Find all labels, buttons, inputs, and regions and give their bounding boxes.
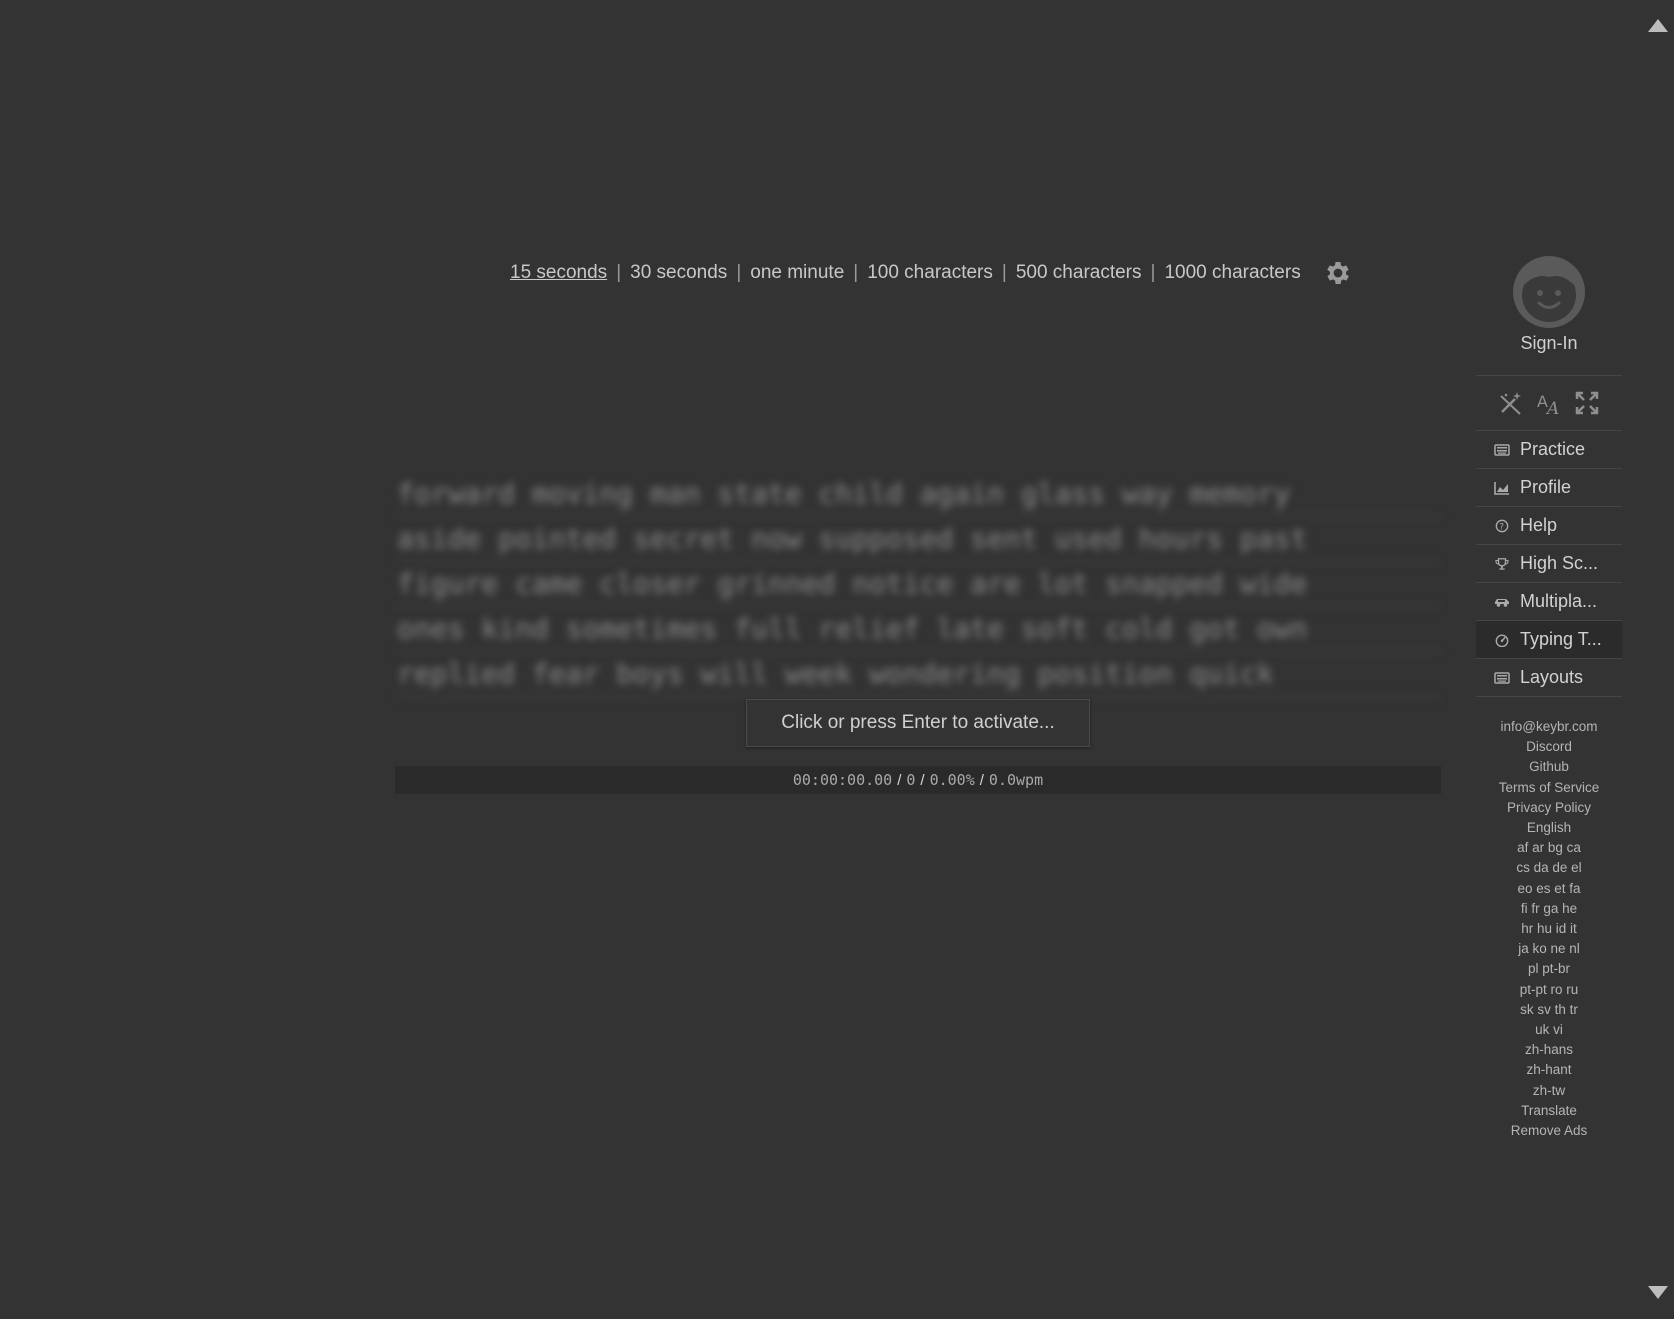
nav-practice[interactable]: Practice	[1476, 430, 1622, 468]
status-separator: /	[920, 771, 925, 789]
sidebar: Sign-In AA Practice Profile ? Help High …	[1476, 255, 1622, 1141]
svg-text:?: ?	[1499, 522, 1504, 532]
nav-multiplayer[interactable]: Multipla...	[1476, 582, 1622, 620]
text-line: ones kind sometimes full relief late sof…	[395, 607, 1441, 652]
avatar-icon[interactable]	[1512, 255, 1586, 329]
language-links[interactable]: pt-pt ro ru	[1520, 980, 1579, 1000]
typing-text-area[interactable]: forward moving man state child again gla…	[395, 472, 1441, 697]
account-section[interactable]: Sign-In	[1476, 255, 1622, 375]
nav-label: High Sc...	[1520, 553, 1599, 573]
language-current[interactable]: English	[1527, 818, 1571, 838]
speed-value: 0.0wpm	[988, 771, 1044, 789]
nav-label: Profile	[1520, 477, 1572, 497]
elapsed-time: 00:00:00.00	[792, 771, 893, 789]
nav-help[interactable]: ? Help	[1476, 506, 1622, 544]
mode-one-minute[interactable]: one minute	[750, 262, 844, 284]
fullscreen-icon[interactable]	[1574, 390, 1600, 416]
nav-label: Help	[1520, 515, 1558, 535]
privacy-link[interactable]: Privacy Policy	[1507, 798, 1591, 818]
scroll-up-icon[interactable]	[1646, 16, 1670, 34]
language-links[interactable]: af ar bg ca	[1517, 838, 1581, 858]
language-links[interactable]: zh-hans	[1525, 1040, 1573, 1060]
mode-30-seconds[interactable]: 30 seconds	[630, 262, 727, 284]
activate-button[interactable]: Click or press Enter to activate...	[746, 699, 1090, 747]
terms-link[interactable]: Terms of Service	[1499, 778, 1600, 798]
nav-label: Multipla...	[1520, 591, 1598, 611]
language-links[interactable]: hr hu id it	[1521, 919, 1577, 939]
language-links[interactable]: zh-hant	[1526, 1060, 1571, 1080]
mode-15-seconds[interactable]: 15 seconds	[510, 262, 607, 284]
language-links[interactable]: cs da de el	[1516, 858, 1581, 878]
help-icon: ?	[1495, 519, 1509, 532]
svg-text:A: A	[1545, 399, 1559, 416]
footer-links: info@keybr.com Discord Github Terms of S…	[1476, 717, 1622, 1141]
nav-layouts[interactable]: Layouts	[1476, 658, 1622, 696]
mode-separator: |	[616, 262, 622, 283]
nav-typing-test[interactable]: Typing T...	[1476, 620, 1622, 658]
magic-off-icon[interactable]	[1498, 390, 1524, 416]
mode-1000-characters[interactable]: 1000 characters	[1164, 262, 1300, 284]
nav-label: Layouts	[1520, 667, 1584, 687]
language-links[interactable]: pl pt-br	[1528, 959, 1570, 979]
status-separator: /	[897, 771, 902, 789]
gear-icon[interactable]	[1323, 258, 1353, 288]
language-links[interactable]: eo es et fa	[1517, 879, 1580, 899]
car-icon	[1495, 598, 1509, 607]
mode-100-characters[interactable]: 100 characters	[867, 262, 993, 284]
mode-separator: |	[853, 262, 859, 283]
remove-ads-link[interactable]: Remove Ads	[1511, 1121, 1588, 1141]
accuracy-value: 0.00%	[929, 771, 975, 789]
text-line: figure came closer grinned notice are lo…	[395, 562, 1441, 607]
nav-profile[interactable]: Profile	[1476, 468, 1622, 506]
language-links[interactable]: fi fr ga he	[1521, 899, 1577, 919]
mode-separator: |	[736, 262, 742, 283]
char-count: 0	[906, 771, 916, 789]
test-mode-selector: 15 seconds | 30 seconds | one minute | 1…	[510, 258, 1353, 288]
mode-separator: |	[1150, 262, 1156, 283]
toolbar: AA	[1476, 375, 1622, 430]
language-links[interactable]: zh-tw	[1533, 1081, 1565, 1101]
status-bar: 00:00:00.00 / 0 / 0.00% / 0.0wpm	[395, 766, 1441, 794]
text-line: aside pointed secret now supposed sent u…	[395, 517, 1441, 562]
nav-label: Practice	[1520, 439, 1586, 459]
scroll-down-icon[interactable]	[1646, 1284, 1670, 1302]
mode-500-characters[interactable]: 500 characters	[1016, 262, 1142, 284]
text-line: replied fear boys will week wondering po…	[395, 652, 1441, 697]
font-size-icon[interactable]: AA	[1536, 390, 1562, 419]
mode-separator: |	[1001, 262, 1007, 283]
nav-label: Typing T...	[1520, 629, 1602, 649]
sign-in-link[interactable]: Sign-In	[1520, 333, 1577, 354]
text-line: forward moving man state child again gla…	[395, 472, 1441, 517]
chart-icon	[1494, 481, 1509, 495]
github-link[interactable]: Github	[1529, 757, 1569, 777]
status-separator: /	[979, 771, 984, 789]
divider	[1476, 696, 1622, 697]
discord-link[interactable]: Discord	[1526, 737, 1572, 757]
language-links[interactable]: uk vi	[1535, 1020, 1563, 1040]
trophy-icon	[1495, 557, 1509, 570]
nav-high-scores[interactable]: High Sc...	[1476, 544, 1622, 582]
speedometer-icon	[1495, 633, 1509, 647]
language-links[interactable]: ja ko ne nl	[1518, 939, 1580, 959]
language-links[interactable]: sk sv th tr	[1520, 1000, 1578, 1020]
translate-link[interactable]: Translate	[1521, 1101, 1577, 1121]
email-link[interactable]: info@keybr.com	[1501, 717, 1598, 737]
keyboard-icon	[1494, 671, 1510, 684]
keyboard-icon	[1494, 443, 1510, 456]
